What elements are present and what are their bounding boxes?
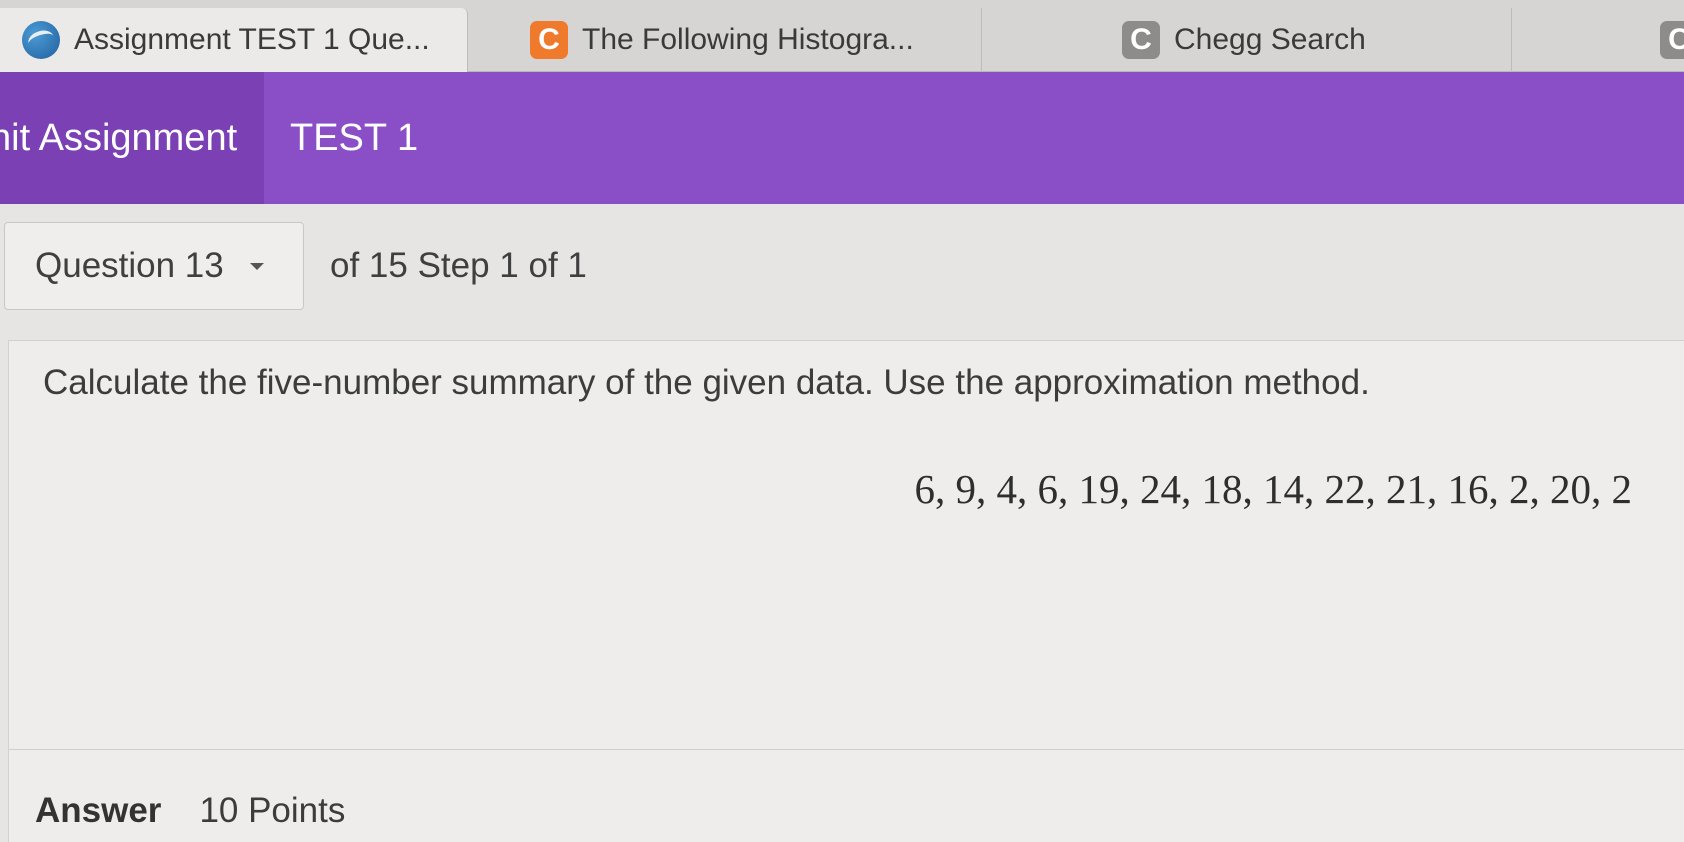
question-data: 6, 9, 4, 6, 19, 24, 18, 14, 22, 21, 16, … [914,466,1633,512]
tab-title: The Following Histogra... [582,23,914,56]
question-panel: Calculate the five-number summary of the… [8,340,1684,842]
chegg-c-icon: C [1660,21,1684,59]
chegg-c-icon: C [530,21,568,59]
question-selector-dropdown[interactable]: Question 13 [4,222,304,310]
browser-tab-assignment[interactable]: Assignment TEST 1 Que... [0,8,468,72]
browser-tab-strip: Assignment TEST 1 Que... C The Following… [0,0,1684,72]
question-prompt: Calculate the five-number summary of the… [43,363,1370,402]
browser-tab-histogram[interactable]: C The Following Histogra... [468,8,982,72]
browser-tab-partial[interactable]: C [1512,8,1684,72]
points-label: 10 Points [199,791,346,830]
question-selector-label: Question 13 [35,246,224,285]
step-info: of 15 Step 1 of 1 [330,246,587,285]
globe-icon [22,21,60,59]
tab-title: Assignment TEST 1 Que... [74,23,430,56]
chegg-c-icon: C [1122,21,1160,59]
chevron-down-icon [249,262,264,270]
section-tab-assignment[interactable]: nit Assignment [0,72,264,204]
app-header: nit Assignment TEST 1 [0,72,1684,204]
answer-label: Answer [35,791,162,830]
divider [9,749,1684,750]
section-label: nit Assignment [0,116,238,159]
browser-tab-chegg-search[interactable]: C Chegg Search [982,8,1512,72]
tab-title: Chegg Search [1174,23,1366,56]
page-title: TEST 1 [290,116,419,159]
answer-header: Answer 10 Points [35,791,345,831]
